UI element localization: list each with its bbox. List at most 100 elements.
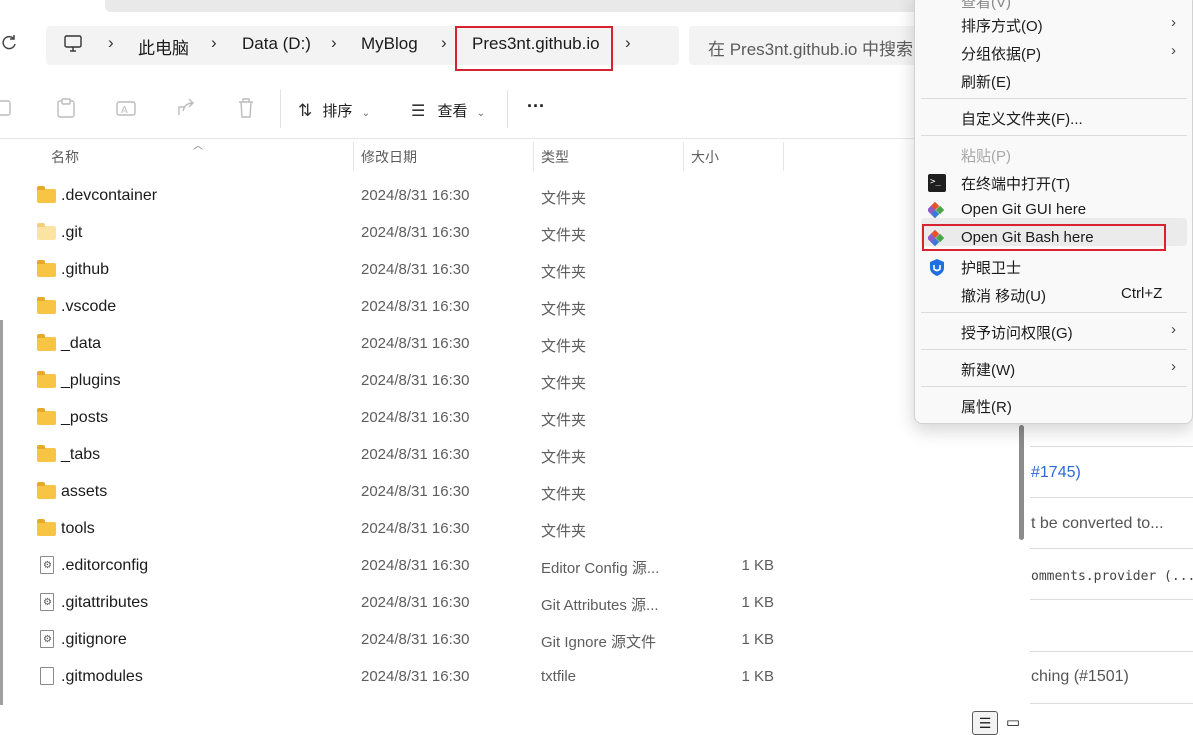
chevron-right-icon: ›	[1171, 358, 1176, 375]
column-header-size[interactable]: 大小	[691, 147, 719, 167]
config-file-icon: ⚙	[37, 556, 57, 574]
sort-icon: ⇅	[298, 101, 313, 120]
background-code-text: omments.provider (...	[1031, 569, 1193, 584]
chevron-right-icon[interactable]: ›	[108, 33, 114, 53]
details-view-button[interactable]: ☰	[972, 711, 998, 735]
file-type: 文件夹	[541, 338, 587, 355]
table-row[interactable]: .devcontainer 2024/8/31 16:30 文件夹	[0, 178, 1010, 215]
breadcrumb-myblog[interactable]: MyBlog	[361, 34, 418, 54]
file-date: 2024/8/31 16:30	[361, 446, 470, 463]
table-row[interactable]: .gitmodules 2024/8/31 16:30 txtfile 1 KB	[0, 659, 1010, 696]
table-row[interactable]: _data 2024/8/31 16:30 文件夹	[0, 326, 1010, 363]
search-input[interactable]: 在 Pres3nt.github.io 中搜索	[689, 26, 929, 65]
column-header-type[interactable]: 类型	[541, 147, 569, 167]
chevron-right-icon: ›	[1171, 14, 1176, 31]
menu-item-properties[interactable]: 属性(R)	[915, 392, 1193, 420]
folder-icon	[37, 223, 57, 241]
column-divider[interactable]	[683, 142, 684, 171]
file-name: .gitattributes	[61, 594, 149, 611]
table-row[interactable]: .github 2024/8/31 16:30 文件夹	[0, 252, 1010, 289]
file-name: tools	[61, 520, 95, 537]
current-folder-highlight	[455, 26, 613, 71]
file-name: .editorconfig	[61, 557, 149, 574]
details-view-icon: ☰	[978, 715, 992, 731]
large-icons-view-button[interactable]: ▭	[1003, 713, 1023, 733]
folder-icon	[37, 482, 57, 500]
refresh-icon[interactable]	[0, 34, 20, 58]
breadcrumb-this-pc[interactable]: 此电脑	[138, 34, 189, 59]
this-pc-icon[interactable]	[63, 34, 83, 54]
menu-item-give-access[interactable]: 授予访问权限(G) ›	[915, 318, 1193, 346]
chevron-right-icon[interactable]: ›	[331, 33, 337, 53]
menu-separator	[921, 349, 1187, 350]
file-name: _tabs	[61, 446, 101, 463]
folder-icon	[37, 186, 57, 204]
file-name: .git	[61, 224, 83, 241]
menu-item-refresh[interactable]: 刷新(E)	[915, 67, 1193, 95]
table-row[interactable]: _tabs 2024/8/31 16:30 文件夹	[0, 437, 1010, 474]
file-name: _data	[61, 335, 102, 352]
file-type: Git Attributes 源...	[541, 597, 659, 614]
menu-item-group-by[interactable]: 分组依据(P) ›	[915, 39, 1193, 67]
file-date: 2024/8/31 16:30	[361, 409, 470, 426]
table-row[interactable]: assets 2024/8/31 16:30 文件夹	[0, 474, 1010, 511]
table-row[interactable]: ⚙ .gitignore 2024/8/31 16:30 Git Ignore …	[0, 622, 1010, 659]
menu-item-customize-folder[interactable]: 自定义文件夹(F)...	[915, 104, 1193, 132]
file-date: 2024/8/31 16:30	[361, 224, 470, 241]
menu-item-paste: 粘贴(P)	[915, 141, 1193, 169]
chevron-right-icon[interactable]: ›	[625, 33, 631, 53]
folder-icon	[37, 445, 57, 463]
divider	[1030, 599, 1193, 600]
chevron-right-icon[interactable]: ›	[211, 33, 217, 53]
menu-item-eye-guard[interactable]: 护眼卫士	[915, 253, 1193, 281]
sort-button[interactable]: ⇅ 排序 ⌄	[298, 100, 370, 121]
file-type: 文件夹	[541, 375, 587, 392]
svg-text:A: A	[121, 105, 128, 116]
column-header-name[interactable]: 名称	[51, 147, 79, 167]
menu-item-open-git-gui[interactable]: Open Git GUI here	[915, 197, 1193, 225]
paste-icon[interactable]	[55, 97, 77, 121]
column-divider[interactable]	[783, 142, 784, 171]
table-row[interactable]: ⚙ .editorconfig 2024/8/31 16:30 Editor C…	[0, 548, 1010, 585]
chevron-right-icon: ›	[1171, 42, 1176, 59]
delete-icon[interactable]	[235, 97, 257, 121]
view-button[interactable]: ☰ 查看 ⌄	[411, 100, 485, 121]
column-divider[interactable]	[353, 142, 354, 171]
menu-item-label: 粘贴(P)	[961, 148, 1011, 165]
menu-item-open-in-terminal[interactable]: >_ 在终端中打开(T)	[915, 169, 1193, 197]
tiles-view-icon: ▭	[1005, 714, 1021, 731]
column-header-date[interactable]: 修改日期	[361, 147, 417, 167]
file-date: 2024/8/31 16:30	[361, 335, 470, 352]
menu-item-label: 在终端中打开(T)	[961, 176, 1071, 193]
config-file-icon: ⚙	[37, 630, 57, 648]
menu-item-undo-move[interactable]: 撤消 移动(U) Ctrl+Z	[915, 281, 1193, 309]
rename-icon[interactable]: A	[115, 97, 137, 121]
vertical-scrollbar[interactable]	[1019, 425, 1024, 540]
table-row[interactable]: _plugins 2024/8/31 16:30 文件夹	[0, 363, 1010, 400]
more-options-button[interactable]: ···	[527, 96, 545, 117]
table-row[interactable]: .git 2024/8/31 16:30 文件夹	[0, 215, 1010, 252]
file-date: 2024/8/31 16:30	[361, 631, 470, 648]
menu-item-label: 授予访问权限(G)	[961, 325, 1073, 342]
file-size: 1 KB	[741, 557, 774, 574]
breadcrumb-data-drive[interactable]: Data (D:)	[242, 34, 311, 54]
table-row[interactable]: ⚙ .gitattributes 2024/8/31 16:30 Git Att…	[0, 585, 1010, 622]
share-icon[interactable]	[175, 97, 197, 121]
column-divider[interactable]	[533, 142, 534, 171]
menu-item-sort-by[interactable]: 排序方式(O) ›	[915, 11, 1193, 39]
file-date: 2024/8/31 16:30	[361, 668, 470, 685]
menu-item-label: 撤消 移动(U)	[961, 288, 1046, 305]
table-row[interactable]: .vscode 2024/8/31 16:30 文件夹	[0, 289, 1010, 326]
status-bar	[0, 708, 1030, 735]
table-row[interactable]: tools 2024/8/31 16:30 文件夹	[0, 511, 1010, 548]
text-file-icon	[37, 667, 57, 685]
folder-icon	[37, 371, 57, 389]
chevron-down-icon: ⌄	[361, 108, 370, 119]
file-date: 2024/8/31 16:30	[361, 483, 470, 500]
table-row[interactable]: _posts 2024/8/31 16:30 文件夹	[0, 400, 1010, 437]
menu-item-new[interactable]: 新建(W) ›	[915, 355, 1193, 383]
menu-item-label: 分组依据(P)	[961, 46, 1041, 63]
copy-icon[interactable]	[0, 97, 14, 121]
chevron-right-icon[interactable]: ›	[441, 33, 447, 53]
background-link-text[interactable]: #1745)	[1031, 464, 1081, 482]
